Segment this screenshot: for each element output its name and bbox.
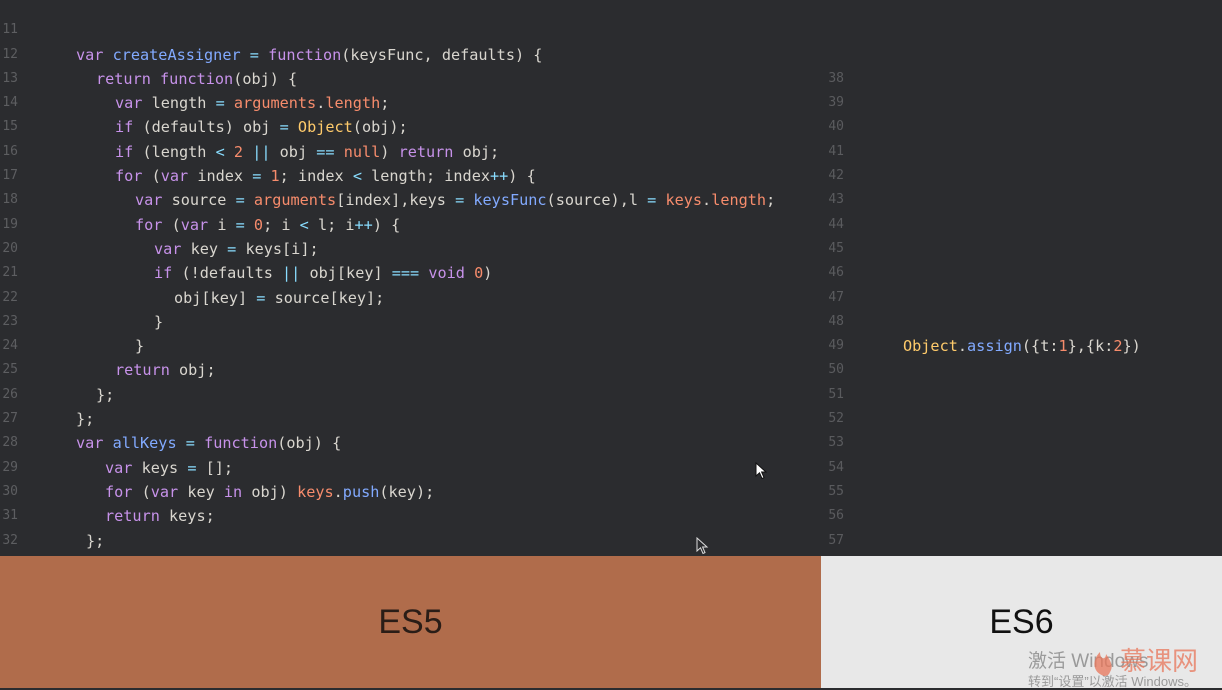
logo-text: 慕课网 [1120,647,1198,677]
imooc-logo-icon: 慕课网 [1094,647,1198,677]
code-line: 13 var length = arguments.length; 40 [0,43,1222,135]
code-line: 16 for (var index = 1; index < length; i… [0,116,1222,208]
code-line: 12 return function(obj) { 39 [0,18,1222,111]
code-line: 28 var keys = []; 55 [0,407,1222,499]
code-line: 29 for (var key in obj) keys.push(key); … [0,431,1222,524]
code-line: 24 return obj; 51 [0,310,1222,402]
code-line: 15 if (length < 2 || obj == null) return… [0,91,1222,183]
code-line: 32 var extend=createAssigner(allKeys); 5… [0,504,1222,556]
code-editor[interactable]: 11 var createAssigner = function(keysFun… [0,0,1222,556]
code-line: 14 if (defaults) obj = Object(obj); 41 [0,67,1222,159]
code-line: 17 var source = arguments[index],keys = … [0,140,1222,232]
code-line: 26 }; 53 [0,359,1222,451]
es5-label-panel: ES5 [0,556,821,688]
code-line: 18 for (var i = 0; i < l; i++) { 45 [0,164,1222,256]
code-line: 33 extend({t:1},{k:2}) 60 [0,529,1222,553]
code-line: 30 return keys; 57 [0,456,1222,548]
code-line: 20 if (!defaults || obj[key] === void 0)… [0,213,1222,305]
code-line: 19 var key = keys[i]; 46 [0,188,1222,281]
mouse-cursor-icon [755,462,768,480]
code-line: 11 var createAssigner = function(keysFun… [0,0,1222,86]
mouse-cursor-icon [696,537,709,555]
code-line: 25 }; 52 [0,334,1222,426]
es6-label: ES6 [989,602,1054,641]
code-line: 23 } 50 [0,286,1222,378]
code-line: 31 }; 58 [0,480,1222,549]
code-line: 21 obj[key] = source[key]; 48 Object.ass… [0,237,1222,355]
es5-label: ES5 [378,602,443,641]
code-line: 22 } 49 [0,261,1222,354]
code-line: 27 var allKeys = function(obj) { 54 [0,383,1222,475]
